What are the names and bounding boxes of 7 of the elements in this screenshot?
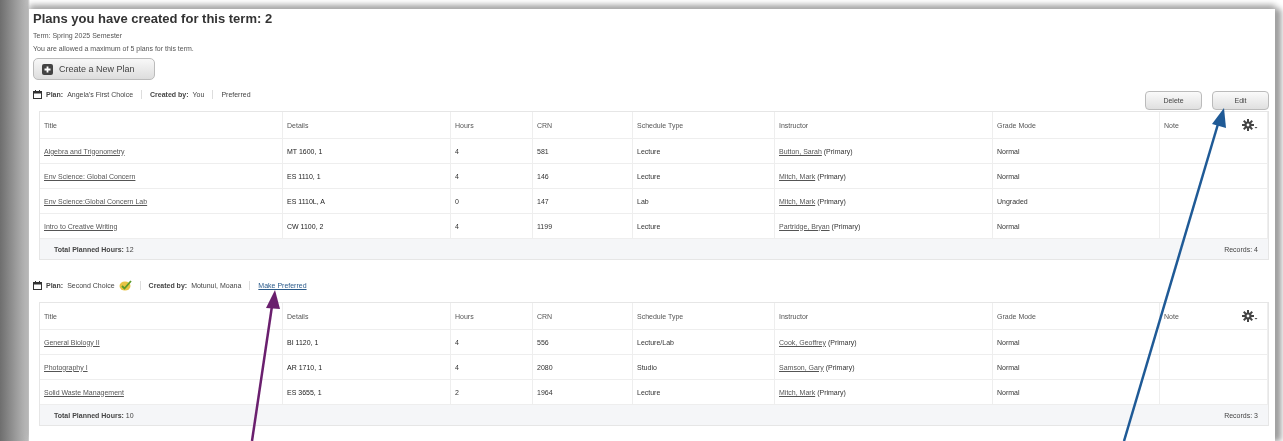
calendar-icon [33,89,42,99]
settings-icon[interactable] [1242,119,1258,131]
create-plan-button[interactable]: Create a New Plan [33,58,155,80]
settings-icon[interactable] [1242,310,1258,322]
calendar-icon [33,280,42,290]
plus-icon [42,63,53,75]
page-heading: Plans you have created for this term: 2 [33,11,274,26]
